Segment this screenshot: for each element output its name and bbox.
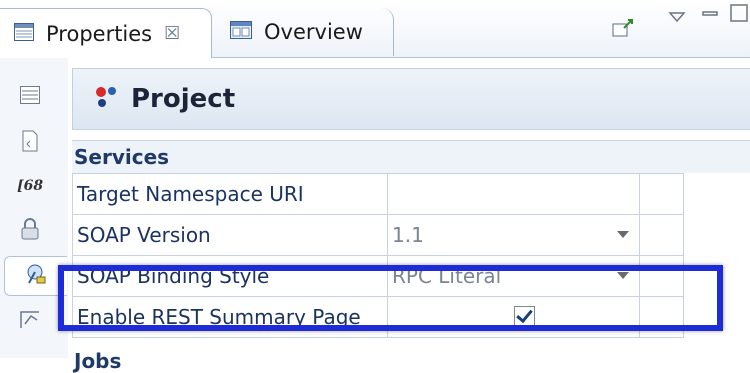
jobs-section-title: Jobs	[74, 349, 122, 373]
view-menu-icon[interactable]	[668, 8, 686, 27]
document-icon	[22, 130, 38, 157]
target-namespace-field[interactable]	[387, 173, 640, 215]
tab-properties-label: Properties	[46, 21, 153, 46]
project-header: Project	[72, 68, 750, 130]
property-name: SOAP Version	[72, 214, 388, 256]
general-tab[interactable]	[4, 78, 56, 116]
binding-tab[interactable]: [68]	[4, 168, 56, 206]
binding-icon: [68]	[17, 176, 50, 198]
table-row: Target Namespace URI	[72, 173, 684, 215]
services-icon	[25, 263, 47, 290]
overview-icon	[230, 20, 252, 44]
close-icon[interactable]: ☒	[164, 23, 180, 44]
services-section-title: Services	[72, 140, 750, 173]
soap-version-value: 1.1	[392, 223, 424, 247]
tab-properties[interactable]: Properties ☒	[0, 8, 212, 58]
project-icon	[95, 85, 119, 113]
properties-icon	[14, 22, 34, 46]
page-title: Project	[131, 84, 236, 114]
table-row: SOAP Version 1.1	[72, 214, 684, 256]
row-extra-cell	[639, 173, 684, 215]
general-icon	[20, 85, 40, 109]
property-name: Target Namespace URI	[72, 173, 388, 215]
minimize-icon[interactable]	[702, 6, 718, 25]
maximize-icon[interactable]	[730, 4, 748, 26]
jobs-icon	[19, 308, 41, 335]
jobs-tab[interactable]	[4, 302, 56, 340]
pin-icon[interactable]	[612, 18, 636, 42]
svg-text:[68]: [68]	[17, 178, 43, 194]
document-tab[interactable]	[4, 124, 56, 162]
highlight-annotation-box	[58, 265, 723, 331]
tab-overview[interactable]: Overview	[216, 8, 394, 56]
tab-overview-label: Overview	[264, 20, 363, 44]
lock-tab[interactable]	[4, 212, 56, 250]
row-extra-cell	[639, 214, 684, 256]
lock-icon	[21, 217, 39, 245]
view-tab-bar: Properties ☒ Overview	[0, 0, 750, 58]
soap-version-select[interactable]: 1.1	[387, 214, 640, 256]
chevron-down-icon[interactable]	[617, 231, 629, 238]
